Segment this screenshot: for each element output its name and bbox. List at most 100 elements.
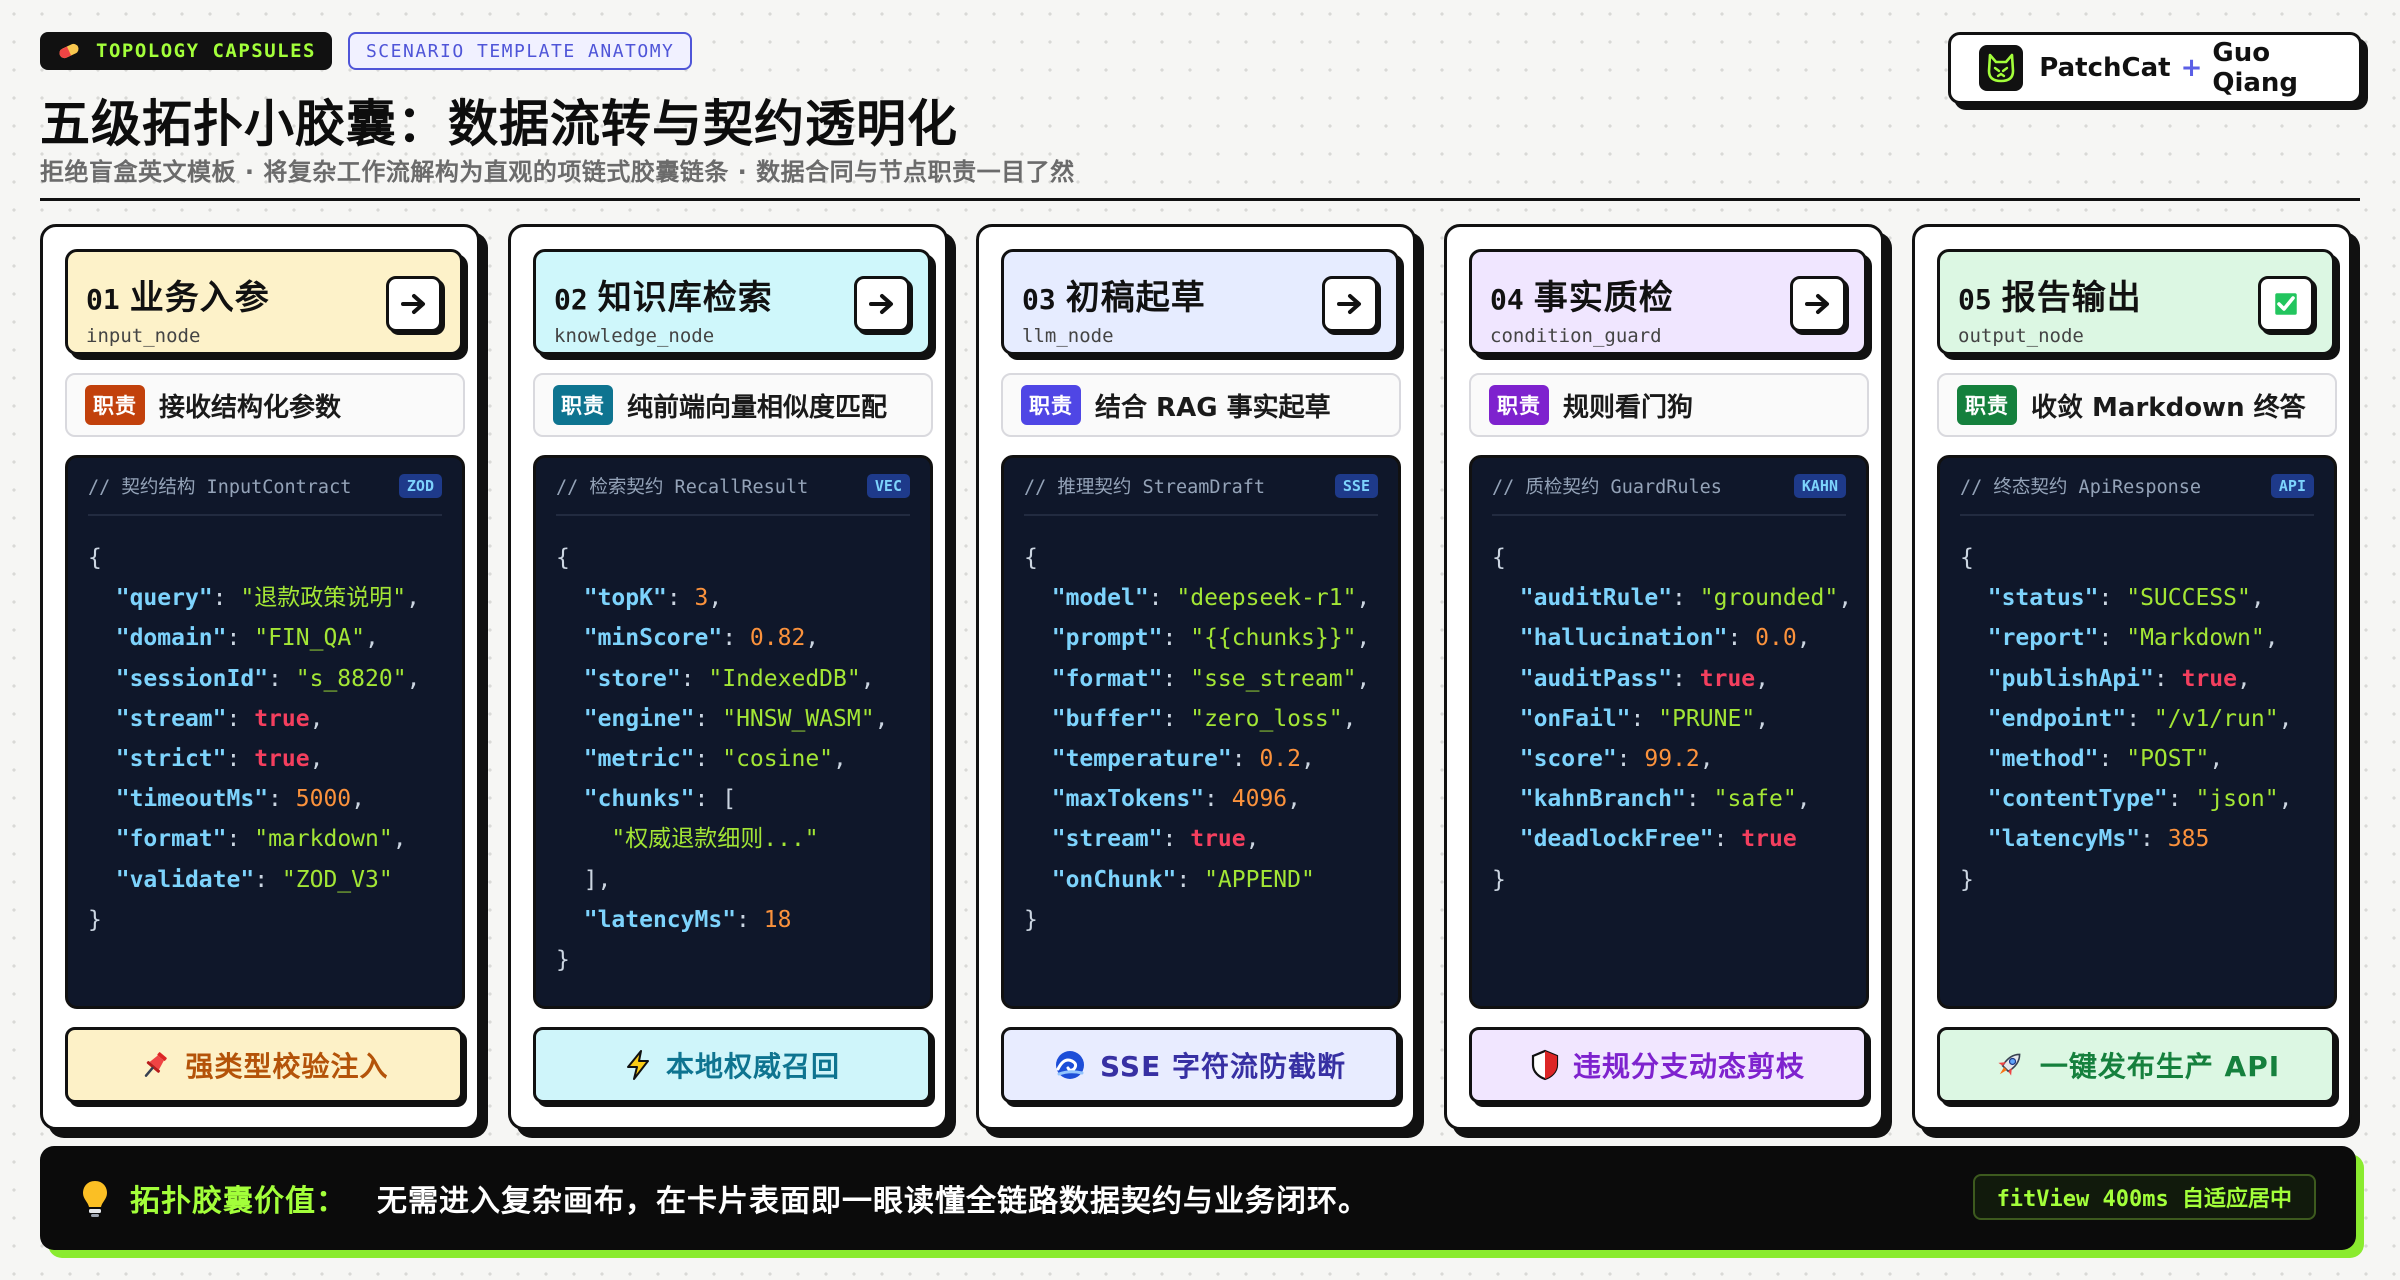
pill-icon xyxy=(56,42,82,60)
code-colon: : xyxy=(2140,826,2168,853)
code-header: // 契约结构 InputContract ZOD xyxy=(88,458,442,516)
lightning-icon xyxy=(624,1049,652,1081)
code-comment: // 检索契约 RecallResult xyxy=(556,477,809,498)
role-tag: 职责 xyxy=(1957,385,2017,425)
code-line: "timeoutMs": 5000, xyxy=(88,779,442,819)
code-key-quote: " xyxy=(1658,665,1673,692)
node-next-button[interactable] xyxy=(1322,276,1378,332)
code-comment: // 契约结构 InputContract xyxy=(88,477,352,498)
role-row: 职责 收敛 Markdown 终答 xyxy=(1937,373,2337,437)
node-next-button[interactable] xyxy=(386,276,442,332)
code-str-quote: " xyxy=(254,826,269,853)
code-colon: : xyxy=(268,786,296,813)
code-colon: : xyxy=(1713,826,1742,853)
code-key: validate xyxy=(129,866,241,893)
code-str-quote: " xyxy=(2264,786,2279,813)
code-key-quote: " xyxy=(115,625,130,652)
code-key: auditPass xyxy=(1533,665,1659,692)
node-card-output_node: 05 报告输出 output_node 职责 收敛 Markdown 终答// 终态契约… xyxy=(1912,224,2352,1130)
code-value: {{chunks}} xyxy=(1204,625,1343,652)
node-complete-button[interactable] xyxy=(2258,276,2314,332)
code-colon: : xyxy=(680,665,709,692)
node-name: 知识库检索 xyxy=(597,278,773,318)
code-key-quote: " xyxy=(583,625,598,652)
code-comma: , xyxy=(1755,665,1769,692)
contract-code-panel: // 质检契约 GuardRules KAHN{ "auditRule": "gr… xyxy=(1469,455,1869,1009)
code-key: endpoint xyxy=(2001,705,2113,732)
code-line: "onChunk": "APPEND" xyxy=(1024,860,1378,900)
code-comma: , xyxy=(2278,786,2293,813)
code-key: chunks xyxy=(597,786,681,813)
code-str-quote: " xyxy=(2250,625,2265,652)
code-value: POST xyxy=(2140,746,2196,773)
action-button[interactable]: SSE 字符流防截断 xyxy=(1001,1027,1399,1103)
code-line: "engine": "HNSW_WASM", xyxy=(556,699,910,739)
action-button[interactable]: 一键发布生产 API xyxy=(1937,1027,2335,1103)
code-line: "minScore": 0.82, xyxy=(556,618,910,658)
code-key-quote: " xyxy=(722,906,737,933)
code-colon: : xyxy=(694,786,723,813)
code-key: publishApi xyxy=(2001,665,2141,692)
code-comma: , xyxy=(833,746,847,773)
code-line: { xyxy=(1024,538,1378,578)
code-str-quote: " xyxy=(1713,786,1728,813)
code-colon: : xyxy=(694,705,723,732)
code-key-quote: " xyxy=(1148,705,1163,732)
page-subtitle: 拒绝盲盒英文模板 · 将复杂工作流解构为直观的项链式胶囊链条 · 数据合同与节点… xyxy=(40,158,1075,186)
code-value: 5000 xyxy=(295,786,352,813)
fitview-badge[interactable]: fitView 400ms 自适应居中 xyxy=(1972,1174,2316,1220)
code-key-quote: " xyxy=(1602,746,1617,773)
code-comma: , xyxy=(406,585,420,612)
code-str-quote: " xyxy=(1204,866,1218,893)
node-number: 03 xyxy=(1022,283,1056,316)
code-str-quote: " xyxy=(392,665,407,692)
code-key-quote: " xyxy=(1519,625,1534,652)
code-key-quote: " xyxy=(115,826,130,853)
code-key-quote: " xyxy=(1519,585,1534,612)
code-comment: // 终态契约 ApiResponse xyxy=(1960,477,2202,498)
code-line: "latencyMs": 18 xyxy=(556,900,910,940)
code-key: onChunk xyxy=(1065,866,1163,893)
code-line: "strict": true, xyxy=(88,739,442,779)
code-value: markdown xyxy=(268,826,379,853)
code-str-quote: " xyxy=(1190,625,1205,652)
action-button[interactable]: 违规分支动态剪枝 xyxy=(1469,1027,1867,1103)
code-colon: : xyxy=(226,625,255,652)
action-button[interactable]: 本地权威召回 xyxy=(533,1027,931,1103)
code-colon: : xyxy=(226,705,255,732)
code-str-quote: " xyxy=(846,665,861,692)
code-line: "score": 99.2, xyxy=(1492,739,1846,779)
code-str-quote: " xyxy=(281,866,296,893)
contract-code-panel: // 检索契约 RecallResult VEC{ "topK": 3, "min… xyxy=(533,455,933,1009)
code-line: { xyxy=(556,538,910,578)
brand-badge[interactable]: PatchCat + Guo Qiang xyxy=(1948,32,2362,104)
action-button[interactable]: 强类型校验注入 xyxy=(65,1027,463,1103)
code-colon: : xyxy=(694,746,723,773)
code-key-quote: " xyxy=(1987,786,2002,813)
node-card-llm_node: 03 初稿起草 llm_node 职责 结合 RAG 事实起草// 推理契约 Strea… xyxy=(976,224,1416,1130)
header-divider xyxy=(40,198,2360,201)
code-key-quote: " xyxy=(1987,625,2002,652)
node-next-button[interactable] xyxy=(854,276,910,332)
code-line: } xyxy=(88,900,442,940)
code-comment: // 推理契约 StreamDraft xyxy=(1024,477,1266,498)
contract-code-panel: // 终态契约 ApiResponse API{ "status": "SUCCE… xyxy=(1937,455,2337,1009)
code-key: onFail xyxy=(1533,705,1617,732)
code-line: "metric": "cosine", xyxy=(556,739,910,779)
code-str-quote: " xyxy=(1342,665,1357,692)
code-key: metric xyxy=(597,746,681,773)
code-line: "stream": true, xyxy=(1024,819,1378,859)
code-key-quote: " xyxy=(1519,665,1534,692)
code-line: } xyxy=(1024,900,1378,940)
code-tag: ZOD xyxy=(398,474,442,498)
node-next-button[interactable] xyxy=(1790,276,1846,332)
code-key: stream xyxy=(1065,826,1149,853)
code-punct: { xyxy=(1492,545,1506,571)
code-value: IndexedDB xyxy=(722,665,847,692)
code-key: store xyxy=(597,665,667,692)
code-comma: , xyxy=(365,625,379,652)
